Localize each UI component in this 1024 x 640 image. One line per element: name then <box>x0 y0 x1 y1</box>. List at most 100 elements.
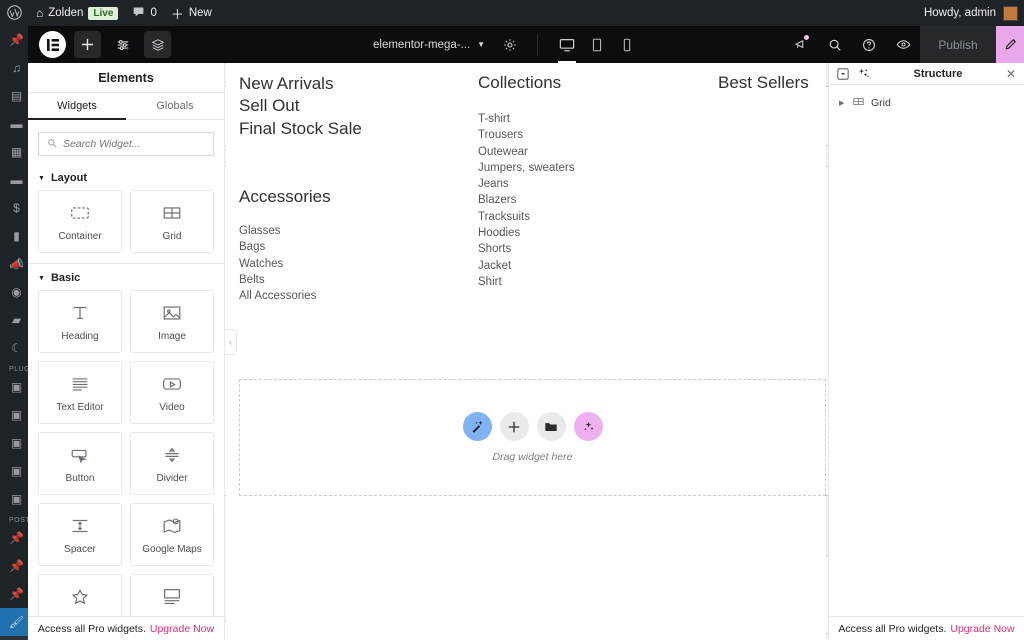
device-tablet-button[interactable] <box>582 26 612 63</box>
folder-templates-button[interactable] <box>536 412 566 441</box>
collections-item[interactable]: T-shirt <box>478 111 678 127</box>
close-icon[interactable]: ✕ <box>1006 67 1016 81</box>
widget-dropzone[interactable]: Drag widget here <box>239 379 826 496</box>
device-mobile-button[interactable] <box>612 26 642 63</box>
ai-generate-button[interactable] <box>573 412 603 441</box>
add-widget-button[interactable] <box>499 412 529 441</box>
promo-heading-block[interactable]: New Arrivals Sell Out Final Stock Sale <box>239 73 469 140</box>
howdy-label[interactable]: Howdy, admin <box>924 7 996 19</box>
structure-panel: Structure ✕ ▶ Grid Access all Pro widget… <box>828 63 1024 640</box>
panel-collapse-button[interactable]: ‹ <box>225 329 237 355</box>
finder-search-button[interactable] <box>818 26 852 63</box>
accessories-item[interactable]: All Accessories <box>239 288 449 304</box>
panel-tabs: Widgets Globals <box>28 93 224 120</box>
collections-item[interactable]: Tracksuits <box>478 209 678 225</box>
search-input[interactable] <box>63 138 205 150</box>
layout-widgets-grid: Container Grid <box>28 190 224 261</box>
widget-image-box[interactable]: Image Box <box>130 574 214 616</box>
structure-item-label: Grid <box>871 97 891 109</box>
collections-item[interactable]: Jumpers, sweaters <box>478 160 678 176</box>
chevron-left-icon: ‹ <box>229 337 232 347</box>
accessories-block[interactable]: Accessories Glasses Bags Watches Belts A… <box>239 187 449 304</box>
widget-label: Container <box>58 230 102 242</box>
caret-right-icon[interactable]: ▶ <box>839 99 846 107</box>
home-icon: ⌂ <box>36 6 44 20</box>
widget-spacer[interactable]: Spacer <box>38 503 122 566</box>
structure-header: Structure ✕ <box>829 63 1024 85</box>
upgrade-now-link[interactable]: Upgrade Now <box>950 623 1014 635</box>
analytics-icon: ▮ <box>13 229 20 243</box>
collections-item[interactable]: Jeans <box>478 176 678 192</box>
accessories-item[interactable]: Glasses <box>239 223 449 239</box>
category-label: Layout <box>50 172 87 184</box>
collections-item[interactable]: Outewear <box>478 144 678 160</box>
best-sellers-block[interactable]: Best Sellers <box>718 73 809 93</box>
collections-item[interactable]: Shirt <box>478 274 678 290</box>
structure-tree[interactable]: ▶ Grid <box>829 85 1024 616</box>
widget-heading[interactable]: Heading <box>38 290 122 353</box>
category-basic-header[interactable]: ▼ Basic <box>28 264 224 290</box>
elementor-logo-icon[interactable] <box>39 31 66 58</box>
chevron-down-icon: ▼ <box>477 40 486 49</box>
accessories-item[interactable]: Belts <box>239 272 449 288</box>
widget-divider[interactable]: Divider <box>130 432 214 495</box>
widget-grid[interactable]: Grid <box>130 190 214 253</box>
tab-widgets[interactable]: Widgets <box>28 93 126 120</box>
collections-item[interactable]: Hoodies <box>478 225 678 241</box>
topbar-right: Publish <box>784 26 1024 63</box>
wp-logo-button[interactable] <box>0 0 29 26</box>
collections-title: Collections <box>478 73 562 92</box>
collections-item[interactable]: Trousers <box>478 127 678 143</box>
brush-icon: 🖌 <box>8 615 25 629</box>
widgets-scroll-area[interactable]: ▼ Layout Container Grid ▼ Basic Heading … <box>28 164 224 616</box>
category-label: Basic <box>50 272 81 284</box>
structure-item-grid[interactable]: ▶ Grid <box>829 93 1024 113</box>
upgrade-now-link[interactable]: Upgrade Now <box>150 623 214 635</box>
widget-text-editor[interactable]: Text Editor <box>38 361 122 424</box>
document-name-label: elementor-mega-... <box>373 38 471 51</box>
widget-video[interactable]: Video <box>130 361 214 424</box>
tab-globals[interactable]: Globals <box>126 93 224 119</box>
widget-container[interactable]: Container <box>38 190 122 253</box>
site-name-button[interactable]: ⌂ Zolden Live <box>29 0 125 26</box>
help-button[interactable] <box>852 26 886 63</box>
preview-button[interactable] <box>886 26 920 63</box>
document-settings-button[interactable] <box>497 38 523 52</box>
collections-item[interactable]: Blazers <box>478 192 678 208</box>
widget-button[interactable]: Button <box>38 432 122 495</box>
widget-icon[interactable]: Icon <box>38 574 122 616</box>
widget-label: Image <box>158 330 186 342</box>
notifications-button[interactable] <box>784 26 818 63</box>
avatar[interactable] <box>1003 5 1018 21</box>
ai-sparkle-icon[interactable] <box>857 67 870 80</box>
accessories-item[interactable]: Bags <box>239 239 449 255</box>
widget-label: Spacer <box>64 543 96 555</box>
wp-admin-bar[interactable]: ⌂ Zolden Live 0 ＋ New Howdy, admin <box>0 0 1024 26</box>
pin-icon: 📌 <box>9 587 24 601</box>
collections-block[interactable]: Collections T-shirt Trousers Outewear Ju… <box>478 73 678 290</box>
collections-item[interactable]: Jacket <box>478 258 678 274</box>
search-widget-field[interactable] <box>38 132 214 156</box>
document-name-button[interactable]: elementor-mega-... ▼ <box>373 39 485 51</box>
device-desktop-button[interactable] <box>552 26 582 63</box>
pin-icon: 📌 <box>9 559 24 573</box>
collections-item[interactable]: Shorts <box>478 241 678 257</box>
widget-image[interactable]: Image <box>130 290 214 353</box>
accessories-item[interactable]: Watches <box>239 256 449 272</box>
magic-wand-button[interactable] <box>462 412 492 441</box>
widget-google-maps[interactable]: Google Maps <box>130 503 214 566</box>
comments-button[interactable]: 0 <box>125 0 163 26</box>
category-layout-header[interactable]: ▼ Layout <box>28 164 224 190</box>
collapse-icon[interactable] <box>837 67 849 80</box>
widget-label: Grid <box>162 230 182 242</box>
new-content-button[interactable]: ＋ New <box>164 0 219 26</box>
site-settings-button[interactable] <box>109 31 136 58</box>
publish-button[interactable]: Publish <box>920 26 996 63</box>
add-element-button[interactable] <box>74 31 101 58</box>
structure-layers-button[interactable] <box>144 31 171 58</box>
edit-mode-button[interactable] <box>996 26 1024 63</box>
comment-icon <box>132 5 145 21</box>
plus-icon: ＋ <box>170 6 184 22</box>
editor-canvas[interactable]: New Arrivals Sell Out Final Stock Sale A… <box>226 63 826 640</box>
widget-label: Button <box>65 472 95 484</box>
